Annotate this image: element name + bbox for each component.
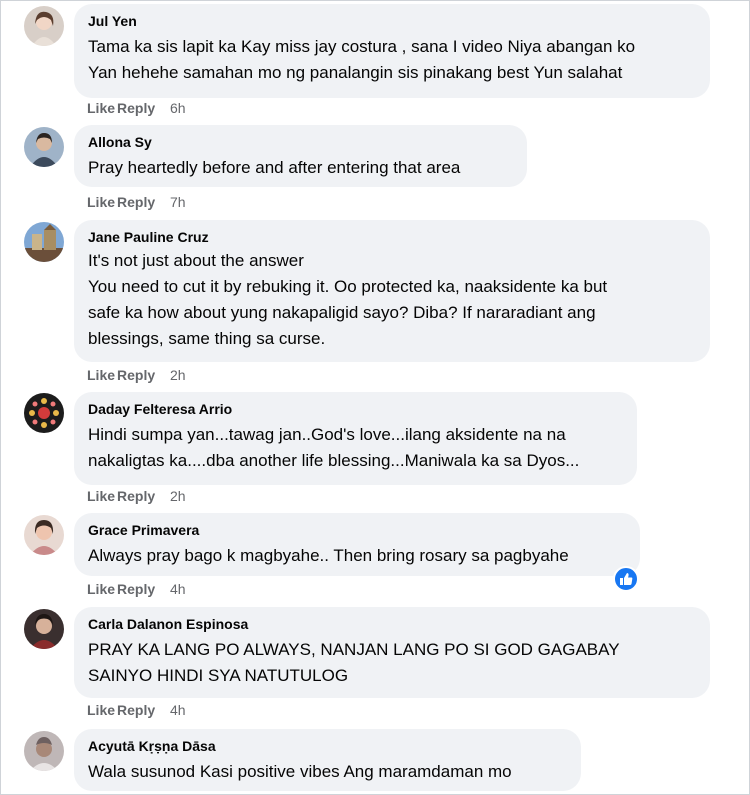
like-reaction-badge[interactable] — [613, 566, 639, 592]
comment-actions: Like Reply 2h — [87, 488, 186, 504]
reply-button[interactable]: Reply — [117, 702, 170, 718]
avatar[interactable] — [24, 393, 64, 433]
comment-bubble: Jul Yen Tama ka sis lapit ka Kay miss ja… — [74, 4, 710, 98]
like-button[interactable]: Like — [87, 367, 117, 383]
comment-text-line: nakaligtas ka....dba another life blessi… — [88, 451, 580, 470]
comment-actions: Like Reply 4h — [87, 702, 186, 718]
avatar[interactable] — [24, 731, 64, 771]
reply-button[interactable]: Reply — [117, 581, 170, 597]
comment-timestamp[interactable]: 2h — [170, 488, 186, 504]
comment-text-line: Pray heartedly before and after entering… — [88, 158, 461, 177]
reply-button[interactable]: Reply — [117, 367, 170, 383]
avatar[interactable] — [24, 127, 64, 167]
comment-text-line: Wala susunod Kasi positive vibes Ang mar… — [88, 762, 512, 781]
avatar[interactable] — [24, 222, 64, 262]
avatar[interactable] — [24, 515, 64, 555]
comment-actions: Like Reply 2h — [87, 367, 186, 383]
comment-text-line: Tama ka sis lapit ka Kay miss jay costur… — [88, 37, 636, 56]
avatar[interactable] — [24, 6, 64, 46]
reply-button[interactable]: Reply — [117, 488, 170, 504]
comment-bubble: Allona Sy Pray heartedly before and afte… — [74, 125, 527, 187]
like-button[interactable]: Like — [87, 194, 117, 210]
comment-text-line: blessings, same thing sa curse. — [88, 329, 326, 348]
comment-timestamp[interactable]: 4h — [170, 702, 186, 718]
like-button[interactable]: Like — [87, 488, 117, 504]
avatar[interactable] — [24, 609, 64, 649]
like-button[interactable]: Like — [87, 581, 117, 597]
comment-actions: Like Reply 4h — [87, 581, 186, 597]
comment-timestamp[interactable]: 7h — [170, 194, 186, 210]
commenter-name[interactable]: Acyutā Kṛṣṇa Dāsa — [88, 737, 567, 755]
comment-text-line: Hindi sumpa yan...tawag jan..God's love.… — [88, 425, 566, 444]
comment-timestamp[interactable]: 2h — [170, 367, 186, 383]
comment-bubble: Carla Dalanon Espinosa PRAY KA LANG PO A… — [74, 607, 710, 698]
comment-text-line: You need to cut it by rebuking it. Oo pr… — [88, 277, 608, 296]
comment-bubble: Jane Pauline Cruz It's not just about th… — [74, 220, 710, 362]
reply-button[interactable]: Reply — [117, 194, 170, 210]
comment-text-line: PRAY KA LANG PO ALWAYS, NANJAN LANG PO S… — [88, 640, 620, 659]
comment-bubble: Grace Primavera Always pray bago k magby… — [74, 513, 640, 576]
comment-text-line: It's not just about the answer — [88, 251, 304, 270]
commenter-name[interactable]: Carla Dalanon Espinosa — [88, 615, 696, 633]
comment-actions: Like Reply 6h — [87, 100, 186, 116]
like-button[interactable]: Like — [87, 100, 117, 116]
comment-timestamp[interactable]: 6h — [170, 100, 186, 116]
commenter-name[interactable]: Grace Primavera — [88, 521, 626, 539]
commenter-name[interactable]: Jane Pauline Cruz — [88, 228, 696, 246]
commenter-name[interactable]: Allona Sy — [88, 133, 513, 151]
comment-text-line: Always pray bago k magbyahe.. Then bring… — [88, 546, 569, 565]
like-icon — [620, 573, 633, 585]
comment-text-line: Yan hehehe samahan mo ng panalangin sis … — [88, 63, 623, 82]
like-button[interactable]: Like — [87, 702, 117, 718]
commenter-name[interactable]: Jul Yen — [88, 12, 696, 30]
comment-bubble: Daday Felteresa Arrio Hindi sumpa yan...… — [74, 392, 637, 485]
commenter-name[interactable]: Daday Felteresa Arrio — [88, 400, 623, 418]
comment-timestamp[interactable]: 4h — [170, 581, 186, 597]
comment-bubble: Acyutā Kṛṣṇa Dāsa Wala susunod Kasi posi… — [74, 729, 581, 791]
comment-text-line: safe ka how about yung nakapaligid sayo?… — [88, 303, 596, 322]
comment-text-line: SAINYO HINDI SYA NATUTULOG — [88, 666, 349, 685]
comment-actions: Like Reply 7h — [87, 194, 186, 210]
reply-button[interactable]: Reply — [117, 100, 170, 116]
